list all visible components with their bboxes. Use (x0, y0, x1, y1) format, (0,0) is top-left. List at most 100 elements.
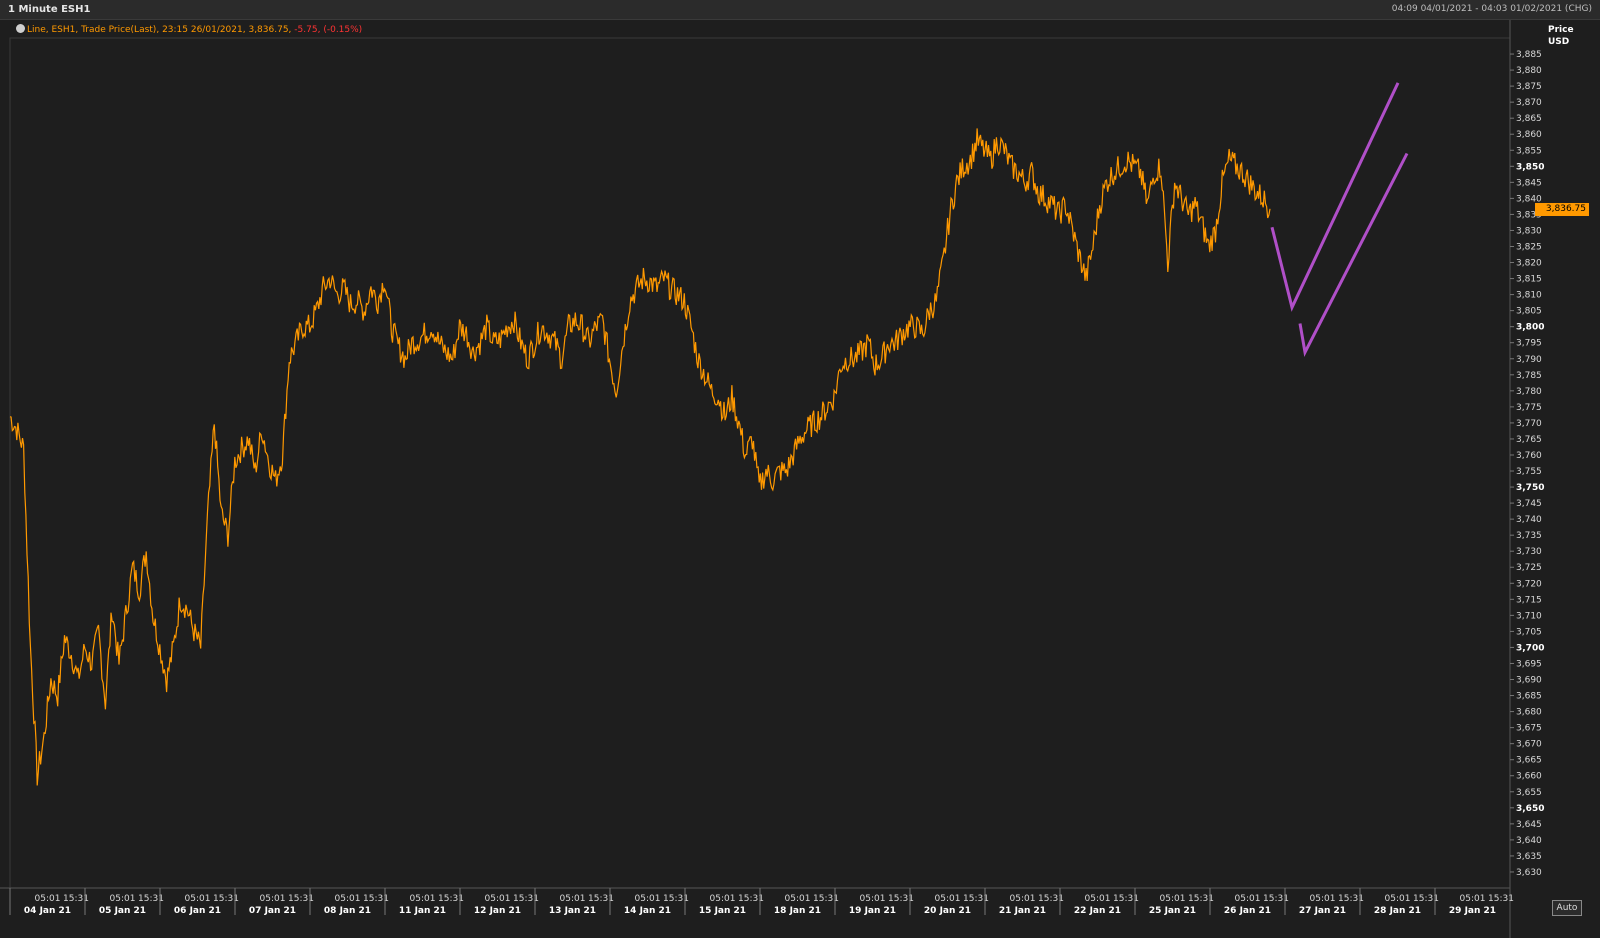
y-tick-label: 3,690 (1516, 676, 1542, 686)
y-tick-label: 3,675 (1516, 724, 1542, 734)
price-chart[interactable]: 3,630 3,635 3,640 3,645 3,650 3,655 3,660 3,665… (0, 0, 1600, 938)
x-tick-label: 15:31 (1488, 894, 1514, 904)
y-tick-label: 3,770 (1516, 419, 1542, 429)
y-tick-label: 3,765 (1516, 435, 1542, 445)
x-day-label: 29 Jan 21 (1449, 906, 1496, 916)
y-tick-label: 3,795 (1516, 339, 1542, 349)
x-day-label: 21 Jan 21 (999, 906, 1046, 916)
x-axis[interactable]: 05:01 15:3104 Jan 2105:01 15:3105 Jan 2105… (9, 888, 1514, 916)
x-day-label: 14 Jan 21 (624, 906, 671, 916)
x-tick-label: 05:01 (710, 894, 736, 904)
y-tick-label: 3,740 (1516, 515, 1542, 525)
x-tick-label: 05:01 (35, 894, 61, 904)
y-tick-label: 3,700 (1516, 643, 1544, 653)
y-tick-label: 3,785 (1516, 371, 1542, 381)
y-tick-label: 3,775 (1516, 403, 1542, 413)
y-tick-label: 3,780 (1516, 387, 1542, 397)
x-day-label: 18 Jan 21 (774, 906, 821, 916)
y-tick-label: 3,670 (1516, 740, 1542, 750)
y-tick-label: 3,635 (1516, 852, 1542, 862)
y-axis[interactable]: 3,630 3,635 3,640 3,645 3,650 3,655 3,660 3,665… (1510, 50, 1544, 878)
x-tick-label: 05:01 (1235, 894, 1261, 904)
y-tick-label: 3,705 (1516, 627, 1542, 637)
y-tick-label: 3,730 (1516, 547, 1542, 557)
x-tick-label: 05:01 (485, 894, 511, 904)
x-tick-label: 05:01 (1310, 894, 1336, 904)
x-tick-label: 05:01 (1085, 894, 1111, 904)
y-tick-label: 3,855 (1516, 146, 1542, 156)
x-tick-label: 05:01 (785, 894, 811, 904)
y-tick-label: 3,825 (1516, 242, 1542, 252)
y-tick-label: 3,830 (1516, 226, 1542, 236)
x-tick-label: 05:01 (1460, 894, 1486, 904)
x-tick-label: 05:01 (185, 894, 211, 904)
x-tick-label: 05:01 (260, 894, 286, 904)
x-day-label: 07 Jan 21 (249, 906, 296, 916)
y-tick-label: 3,640 (1516, 836, 1542, 846)
y-tick-label: 3,815 (1516, 275, 1542, 285)
x-day-label: 05 Jan 21 (99, 906, 146, 916)
x-tick-label: 05:01 (860, 894, 886, 904)
plot-frame (0, 20, 1511, 938)
x-day-label: 13 Jan 21 (549, 906, 596, 916)
y-tick-label: 3,760 (1516, 451, 1542, 461)
y-axis-title: Price USD (1548, 24, 1574, 48)
x-day-label: 11 Jan 21 (399, 906, 446, 916)
y-axis-title-currency: USD (1548, 37, 1570, 47)
x-tick-label: 05:01 (1010, 894, 1036, 904)
x-tick-label: 05:01 (335, 894, 361, 904)
x-tick-label: 05:01 (1385, 894, 1411, 904)
x-day-label: 08 Jan 21 (324, 906, 371, 916)
x-tick-label: 05:01 (560, 894, 586, 904)
y-tick-label: 3,755 (1516, 467, 1542, 477)
auto-scale-button[interactable]: Auto (1552, 900, 1582, 916)
y-tick-label: 3,695 (1516, 659, 1542, 669)
x-day-label: 20 Jan 21 (924, 906, 971, 916)
x-tick-label: 05:01 (1160, 894, 1186, 904)
y-tick-label: 3,680 (1516, 708, 1542, 718)
y-tick-label: 3,845 (1516, 178, 1542, 188)
x-day-label: 04 Jan 21 (24, 906, 71, 916)
x-day-label: 19 Jan 21 (849, 906, 896, 916)
y-tick-label: 3,860 (1516, 130, 1542, 140)
y-tick-label: 3,850 (1516, 162, 1544, 172)
y-tick-label: 3,750 (1516, 483, 1544, 493)
y-tick-label: 3,710 (1516, 611, 1542, 621)
y-tick-label: 3,665 (1516, 756, 1542, 766)
x-tick-label: 05:01 (935, 894, 961, 904)
y-tick-label: 3,735 (1516, 531, 1542, 541)
y-tick-label: 3,820 (1516, 259, 1542, 269)
y-tick-label: 3,885 (1516, 50, 1542, 60)
y-axis-title-price: Price (1548, 25, 1574, 35)
y-tick-label: 3,715 (1516, 595, 1542, 605)
x-day-label: 27 Jan 21 (1299, 906, 1346, 916)
x-day-label: 25 Jan 21 (1149, 906, 1196, 916)
x-day-label: 06 Jan 21 (174, 906, 221, 916)
y-tick-label: 3,810 (1516, 291, 1542, 301)
y-tick-label: 3,655 (1516, 788, 1542, 798)
x-tick-label: 05:01 (635, 894, 661, 904)
y-tick-label: 3,880 (1516, 66, 1542, 76)
y-tick-label: 3,875 (1516, 82, 1542, 92)
y-tick-label: 3,720 (1516, 579, 1542, 589)
y-tick-label: 3,630 (1516, 868, 1542, 878)
y-tick-label: 3,870 (1516, 98, 1542, 108)
y-tick-label: 3,685 (1516, 692, 1542, 702)
x-day-label: 26 Jan 21 (1224, 906, 1271, 916)
y-tick-label: 3,745 (1516, 499, 1542, 509)
x-day-label: 28 Jan 21 (1374, 906, 1421, 916)
y-tick-label: 3,660 (1516, 772, 1542, 782)
y-tick-label: 3,800 (1516, 323, 1544, 333)
last-price-tag: 3,836.75 (1535, 202, 1589, 216)
x-tick-label: 05:01 (110, 894, 136, 904)
y-tick-label: 3,865 (1516, 114, 1542, 124)
y-tick-label: 3,805 (1516, 307, 1542, 317)
x-tick-label: 05:01 (410, 894, 436, 904)
y-tick-label: 3,790 (1516, 355, 1542, 365)
y-tick-label: 3,725 (1516, 563, 1542, 573)
x-day-label: 15 Jan 21 (699, 906, 746, 916)
x-day-label: 22 Jan 21 (1074, 906, 1121, 916)
y-tick-label: 3,645 (1516, 820, 1542, 830)
x-day-label: 12 Jan 21 (474, 906, 521, 916)
y-tick-label: 3,650 (1516, 804, 1544, 814)
